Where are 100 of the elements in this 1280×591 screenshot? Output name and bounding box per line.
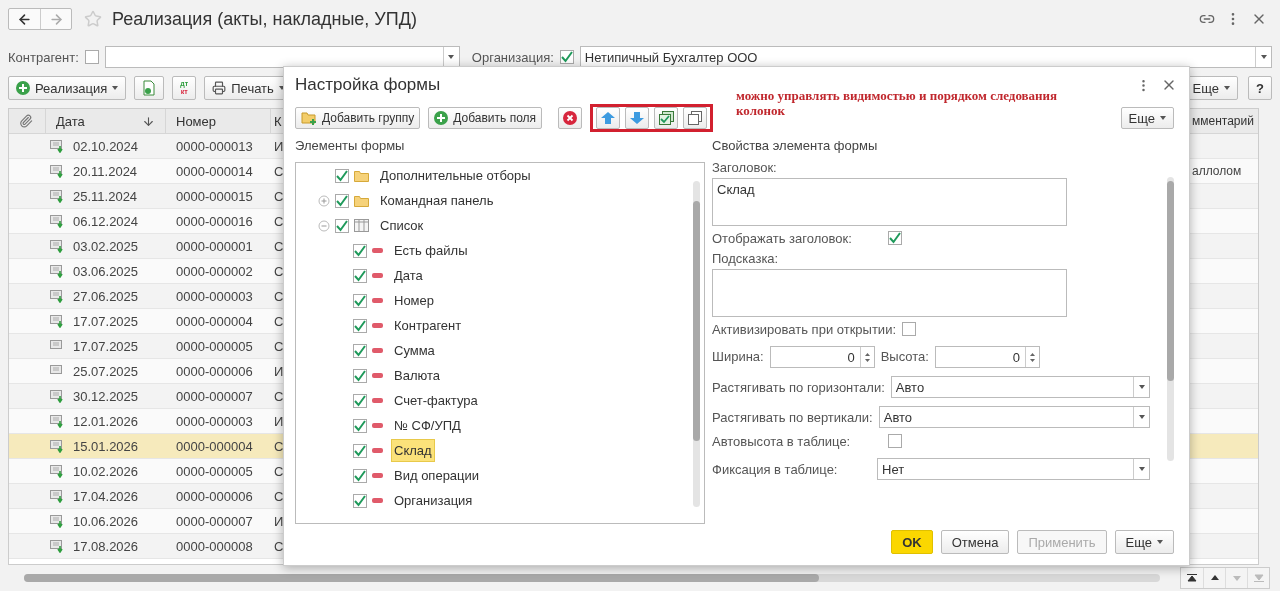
more-button[interactable]: Еще [1120,107,1174,129]
posted-document-icon [50,189,65,203]
field-label: Растягивать по вертикали: [712,409,873,425]
table-cell: С [274,213,284,229]
table-cell: 30.12.2025 [73,388,139,404]
select-field[interactable]: Авто [890,376,1150,398]
tree-item[interactable]: Контрагент [391,314,465,337]
table-cell: 17.04.2026 [73,488,139,504]
checkbox[interactable] [335,193,349,208]
field-label: Фиксация в таблице: [712,461,839,477]
vertical-scrollbar[interactable] [1167,177,1174,461]
table-cell: 0000-000006 [176,488,253,504]
checkbox[interactable] [559,50,574,64]
printer-icon [212,81,227,95]
down-button[interactable] [625,107,650,129]
table-cell: 0000-000004 [176,438,253,454]
up-button[interactable] [596,107,621,129]
table-cell: 03.06.2025 [73,263,139,279]
tree-item[interactable]: Склад [391,439,435,462]
ok-button[interactable]: OK [891,530,933,554]
table-cell: И [274,413,284,429]
posted-document-icon [50,489,65,503]
column-header[interactable]: Дата [56,113,85,129]
checkbox[interactable] [353,368,367,383]
select-field[interactable]: Авто [878,406,1150,428]
checkbox[interactable] [353,443,367,458]
field-label: Высота: [880,348,929,366]
copy-icon [688,111,703,125]
field-label: Подсказка: [712,251,779,266]
text-area[interactable] [712,269,1067,317]
tree-item[interactable]: Вид операции [391,464,483,487]
checkbox[interactable] [353,493,367,508]
table-cell: С [274,538,284,554]
more-button[interactable]: Еще [1114,530,1174,554]
tree-item[interactable]: Сумма [391,339,438,362]
table-cell: аллолом [1192,164,1242,178]
dialog-button[interactable]: Отмена [940,530,1010,554]
number-field[interactable]: 0 [934,346,1040,368]
tree-item[interactable]: Дополнительные отборы [377,164,534,187]
minus-icon [372,398,383,403]
add-group-button[interactable]: Добавить группу [295,107,421,129]
plus-icon [434,111,449,125]
column-header[interactable]: мментарий [1192,114,1254,128]
table-cell: 0000-000007 [176,513,253,529]
expand-icon[interactable] [318,194,330,207]
table-cell: И [274,363,284,379]
arrow-left-icon [17,11,32,27]
checkbox[interactable] [353,418,367,433]
tree-item[interactable]: Список [377,214,427,237]
add-field-button[interactable]: Добавить поля [428,107,543,129]
copy-button[interactable] [683,107,708,129]
tree-item[interactable]: Номер [391,289,437,312]
number-field[interactable]: 0 [769,346,875,368]
star-icon[interactable] [84,10,102,28]
checkbox[interactable] [84,50,99,64]
table-cell: 25.11.2024 [73,188,138,204]
checkbox[interactable] [353,243,367,258]
checkbox[interactable] [888,434,902,448]
table-cell: 12.01.2026 [73,413,139,429]
combo-field[interactable]: Нетипичный Бухгалтер ООО [579,46,1272,68]
checkbox[interactable] [353,268,367,283]
tree-item[interactable]: Счет-фактура [391,389,481,412]
checkbox[interactable] [353,343,367,358]
folder-icon [354,169,369,182]
table-cell: 17.07.2025 [73,338,139,354]
checkbox[interactable] [353,468,367,483]
checkbox[interactable] [335,218,349,233]
copy-button[interactable] [134,76,165,100]
check-all-button[interactable] [654,107,679,129]
tree-item[interactable]: Есть файлы [391,239,471,262]
help-button[interactable]: ? [1248,76,1272,100]
minus-icon [372,298,383,303]
horizontal-scrollbar[interactable] [24,574,1160,582]
add-button[interactable]: Реализация [8,76,127,100]
tree-item[interactable]: № СФ/УПД [391,414,464,437]
posted-document-icon [50,289,65,303]
delete-button[interactable] [558,107,583,129]
table-cell: 0000-000008 [176,538,253,554]
dialog-title: Настройка формы [295,75,441,95]
tree-item[interactable]: Командная панель [377,189,497,212]
vertical-scrollbar[interactable] [693,181,700,507]
field-label: Растягивать по горизонтали: [712,379,885,395]
caret-icon [1260,55,1267,59]
checkbox[interactable] [353,293,367,308]
text-area[interactable]: Склад [712,178,1067,226]
checkbox[interactable] [335,168,349,183]
column-header[interactable]: К [274,113,282,129]
table-cell: 10.02.2026 [73,463,139,479]
caret-icon [1160,116,1166,120]
combo-field[interactable] [104,46,460,68]
checkbox[interactable] [902,322,916,336]
tree-item[interactable]: Организация [391,489,476,512]
select-field[interactable]: Нет [877,458,1150,480]
tree-item[interactable]: Дата [391,264,426,287]
table-cell: С [274,288,284,304]
checkbox[interactable] [353,318,367,333]
column-header[interactable]: Номер [176,113,216,129]
checkbox[interactable] [888,231,902,245]
checkbox[interactable] [353,393,367,408]
tree-item[interactable]: Валюта [391,364,443,387]
